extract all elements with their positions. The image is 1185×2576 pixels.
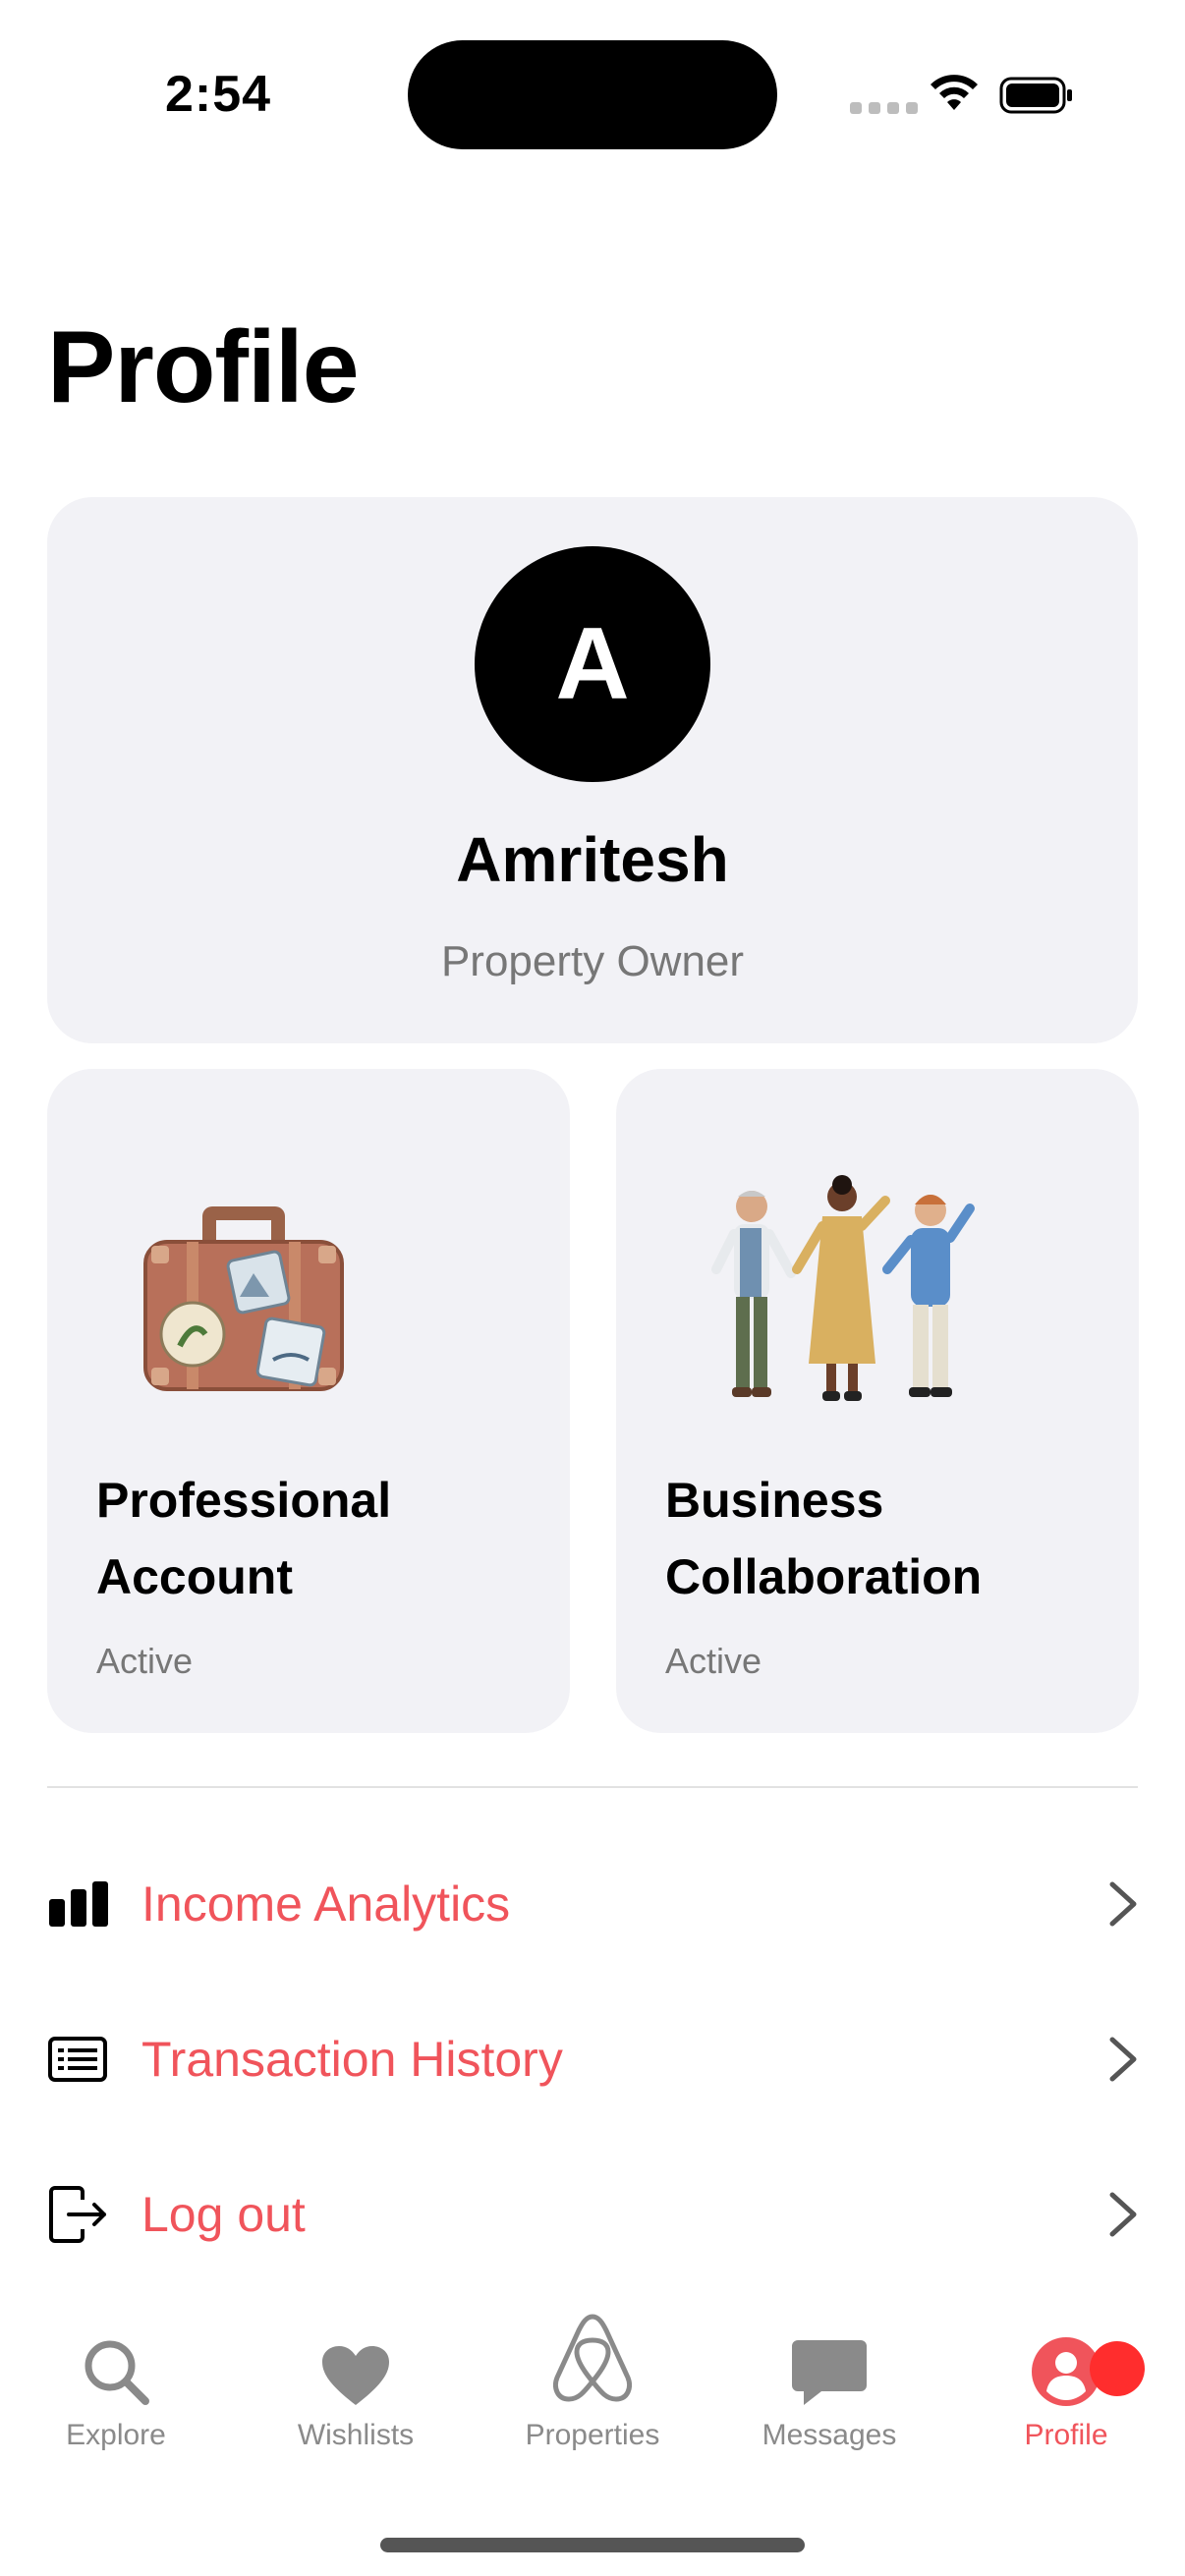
avatar[interactable]: A xyxy=(475,546,710,782)
cellular-signal-icon xyxy=(850,102,918,114)
airbnb-logo-icon xyxy=(543,2299,642,2407)
chevron-right-icon xyxy=(1099,1875,1138,1933)
page-title: Profile xyxy=(47,310,360,424)
card-title: Professional Account xyxy=(96,1473,392,1604)
menu-label: Transaction History xyxy=(141,2032,563,2087)
business-collaboration-card[interactable]: Business Collaboration Active xyxy=(616,1069,1139,1733)
profile-role: Property Owner xyxy=(440,937,745,985)
professional-account-card[interactable]: Professional Account Active xyxy=(47,1069,570,1733)
search-icon xyxy=(81,2299,151,2407)
wifi-icon xyxy=(931,75,978,110)
person-circle-icon xyxy=(1031,2299,1101,2407)
card-title: Business Collaboration xyxy=(665,1473,983,1604)
status-bar: 2:54 xyxy=(0,0,1185,187)
logout-icon xyxy=(47,2180,116,2249)
bar-chart-icon xyxy=(47,1870,116,1938)
menu-label: Income Analytics xyxy=(141,1876,511,1932)
tab-messages[interactable]: Messages xyxy=(731,2299,928,2486)
tab-label: Properties xyxy=(525,2419,660,2451)
heart-icon xyxy=(320,2299,391,2407)
chat-bubble-icon xyxy=(790,2299,869,2407)
card-status: Active xyxy=(96,1641,194,1681)
tab-explore[interactable]: Explore xyxy=(18,2299,214,2486)
suitcase-icon xyxy=(143,1206,344,1391)
divider xyxy=(47,1786,1138,1788)
menu-label: Log out xyxy=(141,2187,306,2242)
profile-name: Amritesh xyxy=(456,824,729,895)
menu-item-income-analytics[interactable]: Income Analytics xyxy=(47,1845,1138,1963)
tab-label: Profile xyxy=(1024,2419,1108,2451)
battery-icon xyxy=(999,77,1072,114)
chevron-right-icon xyxy=(1099,2030,1138,2089)
tab-bar: Explore Wishlists Properties Messages Pr… xyxy=(0,2299,1185,2495)
receipt-list-icon xyxy=(47,2025,116,2094)
tab-wishlists[interactable]: Wishlists xyxy=(257,2299,454,2486)
profile-card[interactable]: A Amritesh Property Owner xyxy=(47,497,1138,1043)
chevron-right-icon xyxy=(1099,2185,1138,2244)
menu-item-transaction-history[interactable]: Transaction History xyxy=(47,2000,1138,2118)
tab-label: Wishlists xyxy=(297,2419,415,2451)
tab-properties[interactable]: Properties xyxy=(494,2299,691,2486)
dynamic-island xyxy=(408,40,777,149)
home-indicator xyxy=(380,2538,805,2552)
card-status: Active xyxy=(665,1641,762,1681)
tab-label: Explore xyxy=(66,2419,166,2451)
notification-badge xyxy=(1090,2341,1145,2396)
menu-item-log-out[interactable]: Log out xyxy=(47,2156,1138,2273)
status-time: 2:54 xyxy=(165,66,272,123)
people-group-icon xyxy=(711,1175,975,1401)
tab-profile[interactable]: Profile xyxy=(968,2299,1164,2486)
tab-label: Messages xyxy=(762,2419,897,2451)
